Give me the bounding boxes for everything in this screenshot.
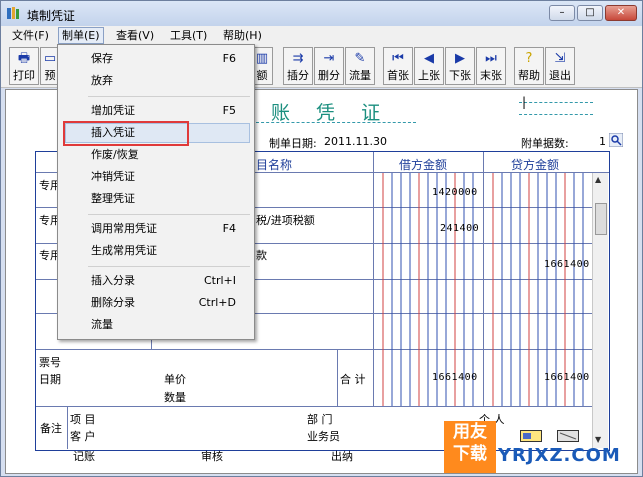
prev-voucher-button[interactable]: ◀ 上张	[414, 47, 444, 85]
card-icon[interactable]	[520, 430, 542, 442]
menu-item-add-voucher[interactable]: 增加凭证	[91, 102, 135, 120]
row-account[interactable]: 款	[256, 247, 267, 263]
delete-entry-icon: ⇥	[323, 51, 335, 66]
cashflow-button[interactable]: ✎ 流量	[345, 47, 375, 85]
help-icon: ?	[525, 51, 533, 66]
bank-icon[interactable]	[557, 430, 579, 442]
ticket-date-label: 日期	[39, 373, 61, 386]
row-credit[interactable]: 1661400	[544, 259, 590, 270]
exit-button[interactable]: ⇲ 退出	[545, 47, 575, 85]
vertical-scrollbar[interactable]: ▲ ▼	[592, 173, 608, 448]
insert-entry-button[interactable]: ⇉ 插分	[283, 47, 313, 85]
menu-item-create-common[interactable]: 生成常用凭证	[91, 242, 157, 260]
shortcut-save: F6	[222, 52, 236, 65]
exit-icon: ⇲	[554, 51, 566, 66]
minimize-button[interactable]: –	[549, 5, 575, 21]
col-debit-header: 借方金额	[399, 158, 448, 172]
total-separator	[36, 406, 592, 407]
unit-price-label: 单价	[164, 373, 186, 386]
attach-value[interactable]: 1	[599, 135, 606, 148]
title-underline	[256, 122, 416, 123]
menu-separator	[88, 266, 250, 267]
window-title: 填制凭证	[27, 9, 76, 23]
menu-item-insert-entry[interactable]: 插入分录	[91, 272, 135, 290]
printer-icon: 🖶	[17, 51, 31, 66]
shortcut-insert-entry: Ctrl+I	[203, 274, 236, 287]
menu-bar: 文件(F) 制单(E) 查看(V) 工具(T) 帮助(H)	[1, 26, 642, 45]
insert-entry-icon: ⇉	[292, 51, 304, 66]
menu-voucher[interactable]: 制单(E)	[58, 27, 104, 44]
menu-item-call-common[interactable]: 调用常用凭证	[91, 220, 157, 238]
menu-item-cashflow[interactable]: 流量	[91, 316, 113, 334]
remarks-separator	[67, 406, 68, 449]
first-icon: ⏮	[392, 51, 404, 66]
menu-item-void-restore[interactable]: 作废/恢复	[91, 146, 139, 164]
watermark-badge: 用友 下载	[444, 421, 496, 473]
prev-icon: ◀	[424, 51, 434, 66]
title-bar: 填制凭证 – □ ✕	[1, 1, 642, 26]
dept-label: 部 门	[307, 413, 333, 426]
scroll-up-icon[interactable]: ▲	[595, 175, 601, 184]
menu-item-organize-voucher[interactable]: 整理凭证	[91, 190, 135, 208]
last-voucher-button[interactable]: ⏭ 末张	[476, 47, 506, 85]
col-credit-header: 贷方金额	[511, 158, 560, 172]
menu-item-discard[interactable]: 放弃	[91, 72, 113, 90]
total-debit: 1661400	[432, 372, 478, 383]
app-icon	[7, 7, 19, 19]
menu-tools[interactable]: 工具(T)	[167, 28, 210, 43]
shortcut-add-voucher: F5	[222, 104, 236, 117]
ticket-no-label: 票号	[39, 356, 61, 369]
menu-item-reverse-voucher[interactable]: 冲销凭证	[91, 168, 135, 186]
next-icon: ▶	[455, 51, 465, 66]
attach-label: 附单据数:	[521, 137, 569, 150]
col-separator	[337, 349, 338, 406]
scroll-down-icon[interactable]: ▼	[595, 435, 601, 444]
menu-item-save[interactable]: 保存	[91, 50, 113, 68]
watermark-site: YRJXZ.COM	[498, 445, 621, 466]
first-voucher-button[interactable]: ⏮ 首张	[383, 47, 413, 85]
cashflow-icon: ✎	[354, 51, 366, 66]
voucher-dropdown-menu: 保存 F6 放弃 增加凭证 F5 插入凭证 作废/恢复 冲销凭证 整理凭证 调用…	[57, 44, 255, 340]
voucher-no-line-1	[519, 102, 593, 103]
menu-file[interactable]: 文件(F)	[9, 28, 52, 43]
shortcut-delete-entry: Ctrl+D	[198, 296, 236, 309]
audit-label: 审核	[201, 450, 223, 463]
menu-view[interactable]: 查看(V)	[113, 28, 157, 43]
bookkeeping-label: 记账	[73, 450, 95, 463]
shortcut-call-common: F4	[222, 222, 236, 235]
last-icon: ⏭	[485, 51, 497, 66]
next-voucher-button[interactable]: ▶ 下张	[445, 47, 475, 85]
customer-label: 客 户	[70, 430, 96, 443]
voucher-title: 账 凭 证	[271, 102, 391, 124]
date-label: 制单日期:	[269, 137, 317, 150]
total-credit: 1661400	[544, 372, 590, 383]
scroll-thumb[interactable]	[595, 203, 607, 235]
maximize-button[interactable]: □	[577, 5, 603, 21]
print-button[interactable]: 🖶 打印	[9, 47, 39, 85]
total-label: 合 计	[340, 373, 366, 386]
cashier-label: 出纳	[331, 450, 353, 463]
col-account-header: 目名称	[256, 158, 293, 172]
salesman-label: 业务员	[307, 430, 340, 443]
menu-help[interactable]: 帮助(H)	[220, 28, 265, 43]
menu-item-delete-entry[interactable]: 删除分录	[91, 294, 135, 312]
delete-entry-button[interactable]: ⇥ 删分	[314, 47, 344, 85]
highlight-annotation-box	[63, 121, 189, 146]
row-account[interactable]: 税/进项税额	[256, 212, 315, 228]
project-label: 项 目	[70, 413, 96, 426]
menu-separator	[88, 214, 250, 215]
voucher-no-line-2	[519, 114, 593, 115]
voucher-no-cursor: |	[522, 95, 527, 109]
close-button[interactable]: ✕	[605, 5, 637, 21]
quantity-label: 数量	[164, 391, 186, 404]
voucher-window: 填制凭证 – □ ✕ 文件(F) 制单(E) 查看(V) 工具(T) 帮助(H)…	[0, 0, 643, 477]
menu-separator	[88, 96, 250, 97]
magnifier-icon[interactable]	[609, 133, 623, 147]
date-value[interactable]: 2011.11.30	[324, 135, 387, 148]
remarks-label: 备注	[40, 422, 62, 435]
row-debit[interactable]: 241400	[440, 223, 479, 234]
row-debit[interactable]: 1420000	[432, 187, 478, 198]
help-button[interactable]: ? 帮助	[514, 47, 544, 85]
balance-icon: ▥	[255, 51, 269, 66]
